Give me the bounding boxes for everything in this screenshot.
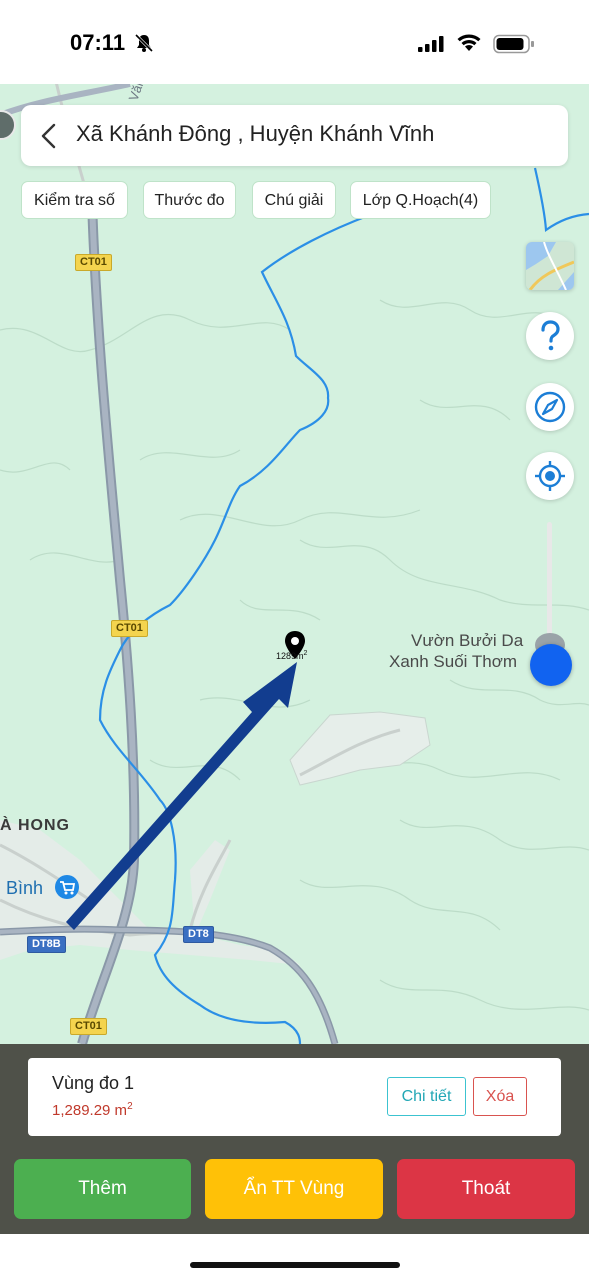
question-icon: [541, 320, 560, 351]
chip-ruler[interactable]: Thước đo: [143, 181, 236, 219]
map-layer-icon[interactable]: [526, 242, 574, 290]
measure-unit-sup: 2: [303, 650, 308, 657]
locate-button[interactable]: [526, 452, 574, 500]
compass-icon: [534, 391, 566, 423]
locate-icon: [535, 461, 565, 491]
location-title: Xã Khánh Đông , Huyện Khánh Vĩnh: [76, 121, 435, 146]
help-button[interactable]: [526, 312, 574, 360]
cellular-signal-icon: [418, 36, 444, 52]
measure-unit: m: [296, 651, 304, 661]
chip-check-number[interactable]: Kiểm tra số: [21, 181, 128, 219]
measure-value: 1289: [276, 651, 297, 661]
delete-button[interactable]: Xóa: [473, 1077, 527, 1116]
battery-icon: [493, 34, 534, 54]
home-indicator[interactable]: [190, 1262, 400, 1268]
hide-area-info-button[interactable]: Ẩn TT Vùng: [205, 1159, 383, 1219]
chip-legend[interactable]: Chú giải: [252, 181, 336, 219]
area-value-sup: 2: [127, 1101, 133, 1112]
chip-planning-layers[interactable]: Lớp Q.Hoạch(4): [350, 181, 491, 219]
zoom-slider-knob[interactable]: [530, 644, 572, 686]
compass-button[interactable]: [526, 383, 574, 431]
wifi-icon: [457, 34, 481, 51]
add-button[interactable]: Thêm: [14, 1159, 191, 1219]
status-time: 07:11: [70, 30, 126, 55]
chevron-left-icon[interactable]: [38, 122, 60, 150]
home-indicator-area: [0, 1234, 589, 1280]
map-view[interactable]: Vườn Bưởi Da Xanh Suối Thơm À HONG Bình …: [0, 84, 589, 1044]
area-name: Vùng đo 1: [52, 1073, 135, 1093]
area-value-number: 1,289.29 m: [52, 1102, 128, 1119]
measure-label: 1289m2: [276, 650, 307, 661]
status-bar: 07:11: [0, 0, 589, 84]
detail-button[interactable]: Chi tiết: [387, 1077, 466, 1116]
exit-button[interactable]: Thoát: [397, 1159, 575, 1219]
direction-arrow: [66, 662, 297, 930]
silent-bell-icon: [134, 33, 154, 53]
area-value: 1,289.29 m2: [52, 1101, 133, 1119]
